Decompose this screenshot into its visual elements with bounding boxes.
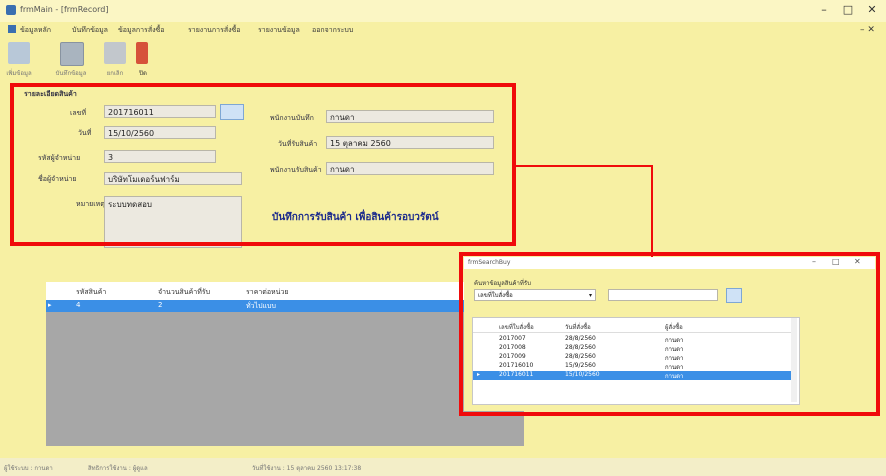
menu-item-master[interactable]: ข้อมูลหลัก	[20, 25, 51, 36]
exit-icon	[136, 42, 148, 64]
mdi-icon	[8, 25, 16, 33]
table-row[interactable]: 2017007 28/8/2560 กานดา	[473, 335, 791, 344]
search-grid[interactable]: เลขที่ใบสั่งซื้อ วันที่สั่งซื้อ ผู้สั่งซ…	[472, 317, 800, 405]
row-indicator: ▸	[48, 301, 52, 309]
col-product-code[interactable]: รหัสสินค้า	[76, 287, 106, 298]
search-window-title: frmSearchBuy	[468, 259, 511, 266]
search-input[interactable]	[608, 289, 718, 301]
search-titlebar: frmSearchBuy – □ ✕	[464, 257, 875, 269]
table-row[interactable]: ▸ 201716011 15/10/2560 กานดา	[473, 371, 791, 380]
add-button[interactable]: เพิ่มข้อมูล	[4, 38, 34, 82]
close-button[interactable]: ✕	[862, 3, 882, 19]
table-row[interactable]: ▸ 4 2 ทั่วไปแบบ	[46, 300, 524, 312]
mdi-controls[interactable]: – ✕	[860, 25, 875, 35]
col-order-date[interactable]: วันที่สั่งซื้อ	[565, 322, 591, 332]
main-grid[interactable]: รหัสสินค้า จำนวนสินค้าที่รับ ราคาต่อหน่ว…	[46, 282, 524, 446]
cancel-icon	[104, 42, 126, 64]
col-order-no[interactable]: เลขที่ใบสั่งซื้อ	[499, 322, 534, 332]
save-button[interactable]: บันทึกข้อมูล	[56, 38, 86, 82]
status-role: สิทธิการใช้งาน : ผู้ดูแล	[88, 465, 148, 472]
grid-divider	[473, 332, 791, 333]
search-minimize-button[interactable]: –	[812, 257, 816, 266]
connector-line	[515, 165, 653, 257]
col-orderer[interactable]: ผู้สั่งซื้อ	[665, 322, 683, 332]
minimize-button[interactable]: –	[814, 3, 834, 19]
status-user: ผู้ใช้ระบบ : กานดา	[4, 465, 53, 472]
cell-product-code: 4	[76, 301, 81, 309]
chevron-down-icon: ▾	[588, 292, 592, 299]
cell-price: ทั่วไปแบบ	[246, 302, 276, 310]
search-close-button[interactable]: ✕	[854, 257, 861, 266]
table-row[interactable]: 2017008 28/8/2560 กานดา	[473, 344, 791, 353]
menu-item-logout[interactable]: ออกจากระบบ	[312, 25, 353, 36]
menu-item-report[interactable]: รายงานข้อมูล	[258, 25, 300, 36]
search-maximize-button[interactable]: □	[832, 257, 840, 266]
table-row[interactable]: 2017009 28/8/2560 กานดา	[473, 353, 791, 362]
save-icon	[60, 42, 84, 66]
cell-qty: 2	[158, 301, 163, 309]
grid-header: รหัสสินค้า จำนวนสินค้าที่รับ ราคาต่อหน่ว…	[46, 282, 524, 300]
search-icon[interactable]	[726, 288, 742, 303]
window-title: frmMain - [frmRecord]	[20, 5, 109, 14]
exit-button[interactable]: ปิด	[128, 38, 158, 82]
search-label: ค้นหาข้อมูลสินค้าที่รับ	[474, 280, 531, 287]
search-window: frmSearchBuy – □ ✕ ค้นหาข้อมูลสินค้าที่ร…	[464, 257, 875, 411]
col-qty[interactable]: จำนวนสินค้าที่รับ	[158, 287, 210, 298]
menu-item-order-report[interactable]: รายงานการสั่งซื้อ	[188, 25, 241, 36]
menu-item-order[interactable]: ข้อมูลการสั่งซื้อ	[118, 25, 164, 36]
status-date: วันที่ใช้งาน : 15 ตุลาคม 2560 13:17:38	[252, 465, 362, 472]
form-highlight-box	[10, 83, 516, 246]
toolbar: เพิ่มข้อมูล บันทึกข้อมูล ยกเลิก ปิด	[0, 38, 886, 82]
row-indicator: ▸	[477, 371, 481, 378]
maximize-button[interactable]: □	[838, 3, 858, 19]
add-icon	[8, 42, 30, 64]
menu-bar: ข้อมูลหลัก บันทึกข้อมูล ข้อมูลการสั่งซื้…	[0, 22, 886, 36]
scrollbar[interactable]	[791, 318, 797, 402]
app-icon	[6, 5, 16, 15]
search-field-combo[interactable]: เลขที่ใบสั่งซื้อ ▾	[474, 289, 596, 301]
table-row[interactable]: 201716010 15/9/2560 กานดา	[473, 362, 791, 371]
title-bar: frmMain - [frmRecord] – □ ✕	[0, 0, 886, 22]
menu-item-record[interactable]: บันทึกข้อมูล	[72, 25, 108, 36]
status-bar: ผู้ใช้ระบบ : กานดา สิทธิการใช้งาน : ผู้ด…	[0, 458, 886, 476]
col-price[interactable]: ราคาต่อหน่วย	[246, 287, 289, 298]
